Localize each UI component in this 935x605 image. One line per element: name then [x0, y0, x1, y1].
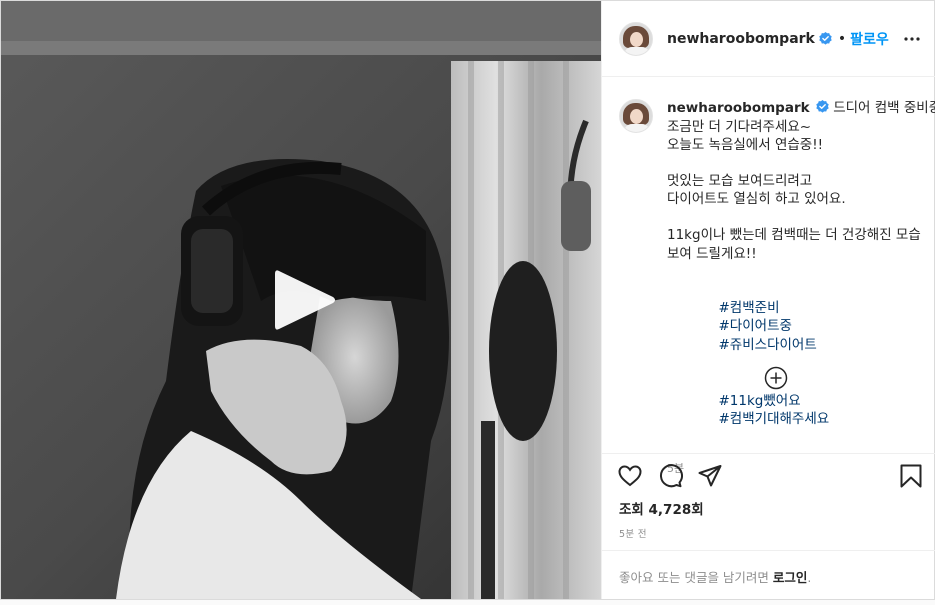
caption-text: newharoobompark 드디어 컴백 중비중! 조금만 더 기다려주세요… [667, 99, 935, 478]
hashtag-link[interactable]: #컴백준비 [719, 300, 780, 316]
hashtag-link[interactable]: #쥬비스다이어트 [719, 337, 817, 353]
verified-icon [816, 100, 829, 113]
play-icon[interactable] [273, 267, 337, 333]
follow-button[interactable]: 팔로우 [850, 29, 889, 49]
caption-avatar[interactable] [619, 99, 653, 133]
hashtag-link[interactable]: #컴백기대해주세요 [719, 411, 830, 427]
post-header: newharoobompark • 팔로우 [602, 1, 935, 77]
share-icon[interactable] [697, 463, 723, 489]
login-prompt-suffix: . [807, 570, 812, 585]
login-link[interactable]: 로그인 [773, 570, 808, 585]
instagram-post: newharoobompark • 팔로우 newharoobompark 드디… [0, 0, 935, 600]
verified-icon [819, 32, 832, 45]
comments-section: newharoobompark 드디어 컴백 중비중! 조금만 더 기다려주세요… [602, 78, 935, 475]
caption-line: 멋있는 모습 보여드리려고 [667, 172, 813, 189]
caption-line: 다이어트도 열심히 하고 있어요. [667, 191, 846, 208]
caption-row: newharoobompark 드디어 컴백 중비중! 조금만 더 기다려주세요… [619, 99, 935, 478]
login-prompt-bar: 좋아요 또는 댓글을 남기려면 로그인. [602, 550, 935, 600]
post-timestamp[interactable]: 5분 전 [619, 526, 647, 540]
caption-line: 보여 드릴게요!! [667, 245, 757, 262]
comment-icon[interactable] [657, 463, 683, 489]
caption-line: 조금만 더 기다려주세요~ [667, 118, 812, 135]
separator-dot: • [837, 30, 847, 47]
hashtag-link[interactable]: #11kg뺐어요 [719, 393, 801, 409]
heart-icon[interactable] [617, 463, 643, 489]
post-side-panel: newharoobompark • 팔로우 newharoobompark 드디… [601, 1, 935, 599]
login-prompt-text: 좋아요 또는 댓글을 남기려면 [619, 570, 773, 585]
avatar[interactable] [619, 21, 653, 56]
bookmark-icon[interactable] [898, 463, 924, 489]
add-circle-icon[interactable] [764, 366, 788, 390]
caption-line: 11kg이나 뺐는데 컴백때는 더 건강해진 모습 [667, 226, 921, 243]
more-icon[interactable] [904, 31, 920, 47]
hashtag-link[interactable]: #다이어트중 [719, 318, 792, 334]
video-player[interactable] [1, 1, 601, 599]
caption-username[interactable]: newharoobompark [667, 100, 810, 116]
header-username[interactable]: newharoobompark [667, 31, 815, 47]
caption-line: 오늘도 녹음실에서 연습중!! [667, 137, 824, 154]
view-count[interactable]: 조회 4,728회 [619, 498, 704, 518]
post-actions: 조회 4,728회 5분 전 좋아요 또는 댓글을 남기려면 로그인. [602, 453, 935, 603]
caption-first-line: 드디어 컴백 중비중! [833, 100, 935, 116]
